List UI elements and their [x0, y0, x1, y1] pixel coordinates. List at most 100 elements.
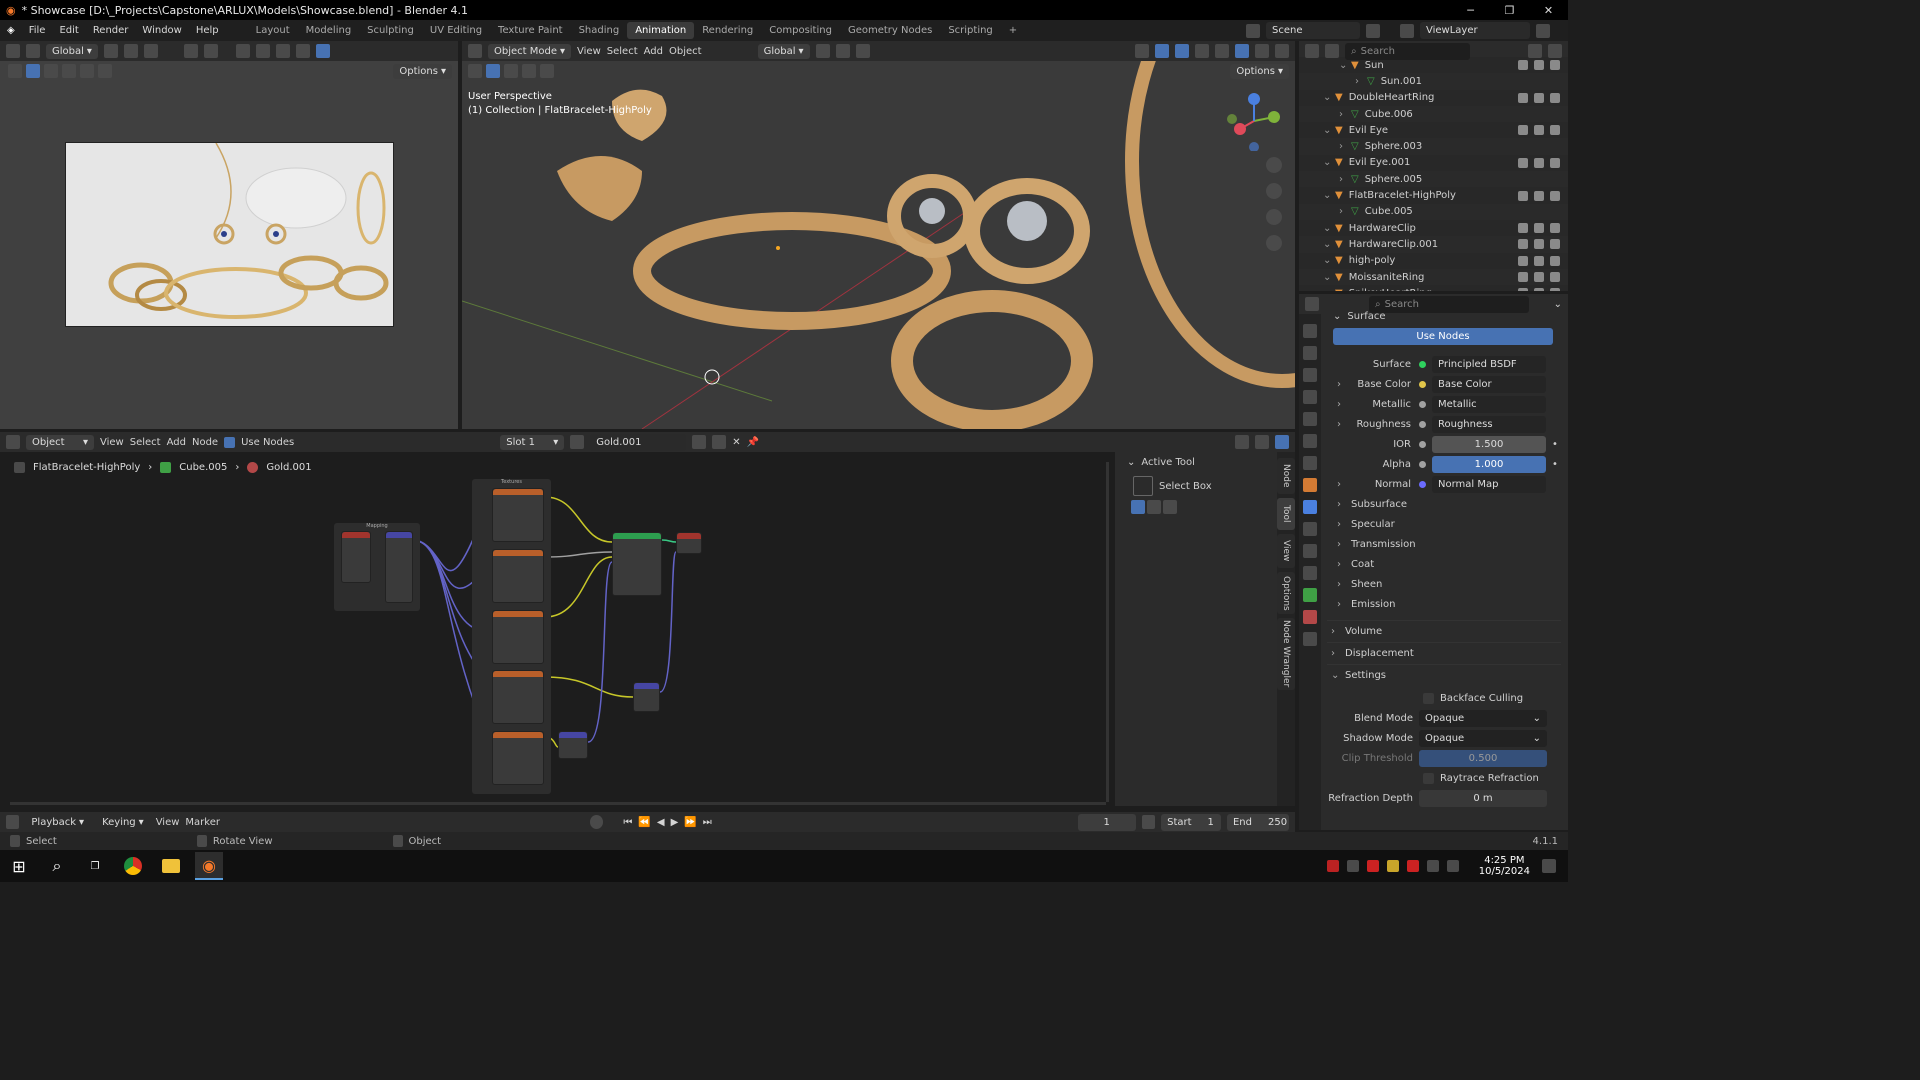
texture-coordinate-node[interactable]	[341, 531, 371, 583]
mode-dropdown[interactable]: Object Mode ▾	[488, 43, 572, 59]
property-field[interactable]: Base Color	[1432, 375, 1546, 393]
outliner-row[interactable]: ⌄ ▼ FlatBracelet-HighPoly	[1299, 187, 1568, 204]
filter-icon[interactable]	[1528, 44, 1542, 58]
camera-render-icon[interactable]	[1550, 157, 1560, 168]
minimize-icon[interactable]: ─	[1451, 0, 1490, 20]
menu-add[interactable]: Add	[167, 437, 186, 448]
property-field[interactable]: Roughness	[1432, 415, 1546, 433]
pivot-icon[interactable]	[103, 44, 118, 58]
end-frame-field[interactable]: End 250	[1226, 813, 1289, 831]
eye-icon[interactable]	[1534, 92, 1544, 103]
notification-icon[interactable]	[1542, 859, 1556, 873]
shading-render-icon[interactable]	[315, 44, 330, 58]
keying-dropdown[interactable]: Keying ▾	[96, 815, 150, 830]
tab-modeling[interactable]: Modeling	[298, 22, 360, 39]
keyframe-dot-icon[interactable]: •	[1552, 459, 1558, 470]
camera-render-icon[interactable]	[1550, 255, 1560, 266]
expand-arrow-icon[interactable]: ⌄	[1323, 92, 1335, 103]
tab-layout[interactable]: Layout	[248, 22, 298, 39]
overlay-icon[interactable]	[1175, 44, 1189, 58]
section-settings[interactable]: ⌄ Settings	[1327, 664, 1561, 686]
camera-render-icon[interactable]	[1550, 125, 1560, 136]
eye-icon[interactable]	[1534, 255, 1544, 266]
menu-object[interactable]: Object	[669, 46, 702, 57]
image-texture-node-displacement[interactable]	[492, 670, 544, 724]
expand-arrow-icon[interactable]: ›	[1337, 379, 1351, 390]
expand-arrow-icon[interactable]: ⌄	[1323, 288, 1335, 291]
tab-geometry-nodes[interactable]: Geometry Nodes	[840, 22, 940, 39]
property-field[interactable]: 1.000	[1432, 455, 1546, 473]
task-view-icon[interactable]: ❐	[81, 852, 109, 880]
scene-tab-icon[interactable]	[1303, 412, 1317, 426]
close-icon[interactable]: ✕	[1529, 0, 1568, 20]
outliner-row[interactable]: ⌄ ▼ HardwareClip.001	[1299, 236, 1568, 253]
editor-type-icon[interactable]	[6, 435, 20, 449]
play-icon[interactable]: ▶	[671, 817, 679, 828]
duplicate-material-icon[interactable]	[712, 435, 727, 449]
outliner-row[interactable]: ⌄ ▼ Evil Eye.001	[1299, 154, 1568, 172]
select-arrow-icon[interactable]	[1518, 60, 1528, 71]
backface-culling-checkbox[interactable]	[1423, 692, 1434, 704]
tab-uv-editing[interactable]: UV Editing	[422, 22, 490, 39]
expand-arrow-icon[interactable]: ›	[1337, 559, 1351, 570]
menu-select[interactable]: Select	[130, 437, 161, 448]
visibility-icon[interactable]	[1135, 44, 1149, 58]
scene-field[interactable]: Scene	[1266, 22, 1360, 39]
tab-scripting[interactable]: Scripting	[940, 22, 1000, 39]
active-tool-header[interactable]: ⌄ Active Tool	[1127, 452, 1277, 472]
expand-arrow-icon[interactable]: ⌄	[1323, 190, 1335, 201]
outliner-row[interactable]: ⌄▼ SpikeyHeartRing	[1299, 285, 1568, 291]
pin-icon[interactable]: 📌	[747, 437, 759, 448]
shading-wire-icon[interactable]	[255, 44, 270, 58]
outliner-row[interactable]: › ▽ Sphere.003	[1299, 138, 1568, 155]
sidebar-tab-node-wrangler[interactable]: Node Wrangler	[1277, 618, 1295, 690]
displacement-node[interactable]	[633, 682, 660, 712]
editor-type-icon[interactable]	[6, 815, 20, 829]
display-mode-icon[interactable]	[1325, 44, 1339, 58]
camera-render-icon[interactable]	[1550, 92, 1560, 103]
expand-arrow-icon[interactable]: ›	[1331, 626, 1345, 637]
pivot-icon[interactable]	[815, 44, 830, 58]
chrome-icon[interactable]	[119, 852, 147, 880]
tray-app-icon[interactable]	[1406, 860, 1419, 872]
select-invert-icon[interactable]	[540, 64, 554, 78]
select-arrow-icon[interactable]	[1518, 190, 1528, 201]
shading-solid-icon[interactable]	[1235, 44, 1249, 58]
mapping-node[interactable]	[385, 531, 413, 603]
tab-compositing[interactable]: Compositing	[761, 22, 840, 39]
outliner-row[interactable]: ⌄ ▼ HardwareClip	[1299, 219, 1568, 237]
vertical-scrollbar[interactable]	[1106, 462, 1109, 802]
network-icon[interactable]	[1426, 860, 1439, 872]
shadow-mode-dropdown[interactable]: Opaque ⌄	[1419, 729, 1547, 747]
clock-time[interactable]: 4:25 PM	[1484, 855, 1524, 866]
expand-arrow-icon[interactable]: ›	[1337, 419, 1351, 430]
blender-menu-icon[interactable]: ◈	[0, 25, 22, 36]
tray-app-icon[interactable]	[1366, 860, 1379, 872]
texture-tab-icon[interactable]	[1303, 632, 1317, 646]
viewlayer-icon[interactable]	[1400, 23, 1414, 38]
tab-texture-paint[interactable]: Texture Paint	[490, 22, 571, 39]
snap-icon[interactable]	[1255, 435, 1269, 449]
start-frame-field[interactable]: Start 1	[1161, 813, 1221, 831]
expand-arrow-icon[interactable]: ›	[1331, 648, 1345, 659]
expand-arrow-icon[interactable]: ›	[1337, 519, 1351, 530]
eye-icon[interactable]	[1534, 190, 1544, 201]
physics-tab-icon[interactable]	[1303, 544, 1317, 558]
tab-animation[interactable]: Animation	[627, 22, 695, 39]
grid-view-icon[interactable]	[1266, 235, 1282, 251]
search-icon[interactable]: ⌕	[43, 852, 71, 880]
maximize-icon[interactable]: ❐	[1490, 0, 1529, 20]
menu-view[interactable]: View	[577, 46, 601, 57]
keyframe-dot-icon[interactable]: •	[1552, 439, 1558, 450]
particles-tab-icon[interactable]	[1303, 522, 1317, 536]
current-frame-field[interactable]: 1	[1077, 813, 1136, 831]
eye-icon[interactable]	[1534, 60, 1544, 71]
select-arrow-icon[interactable]	[1518, 255, 1528, 266]
select-subtract-icon[interactable]	[62, 64, 76, 78]
outliner-row[interactable]: ⌄ ▼ MoissaniteRing	[1299, 268, 1568, 286]
collection-tab-icon[interactable]	[1303, 456, 1317, 470]
menu-help[interactable]: Help	[189, 25, 226, 36]
use-nodes-button[interactable]: Use Nodes	[1333, 327, 1553, 345]
add-workspace-icon[interactable]: +	[1001, 22, 1025, 39]
menu-marker[interactable]: Marker	[185, 817, 220, 828]
